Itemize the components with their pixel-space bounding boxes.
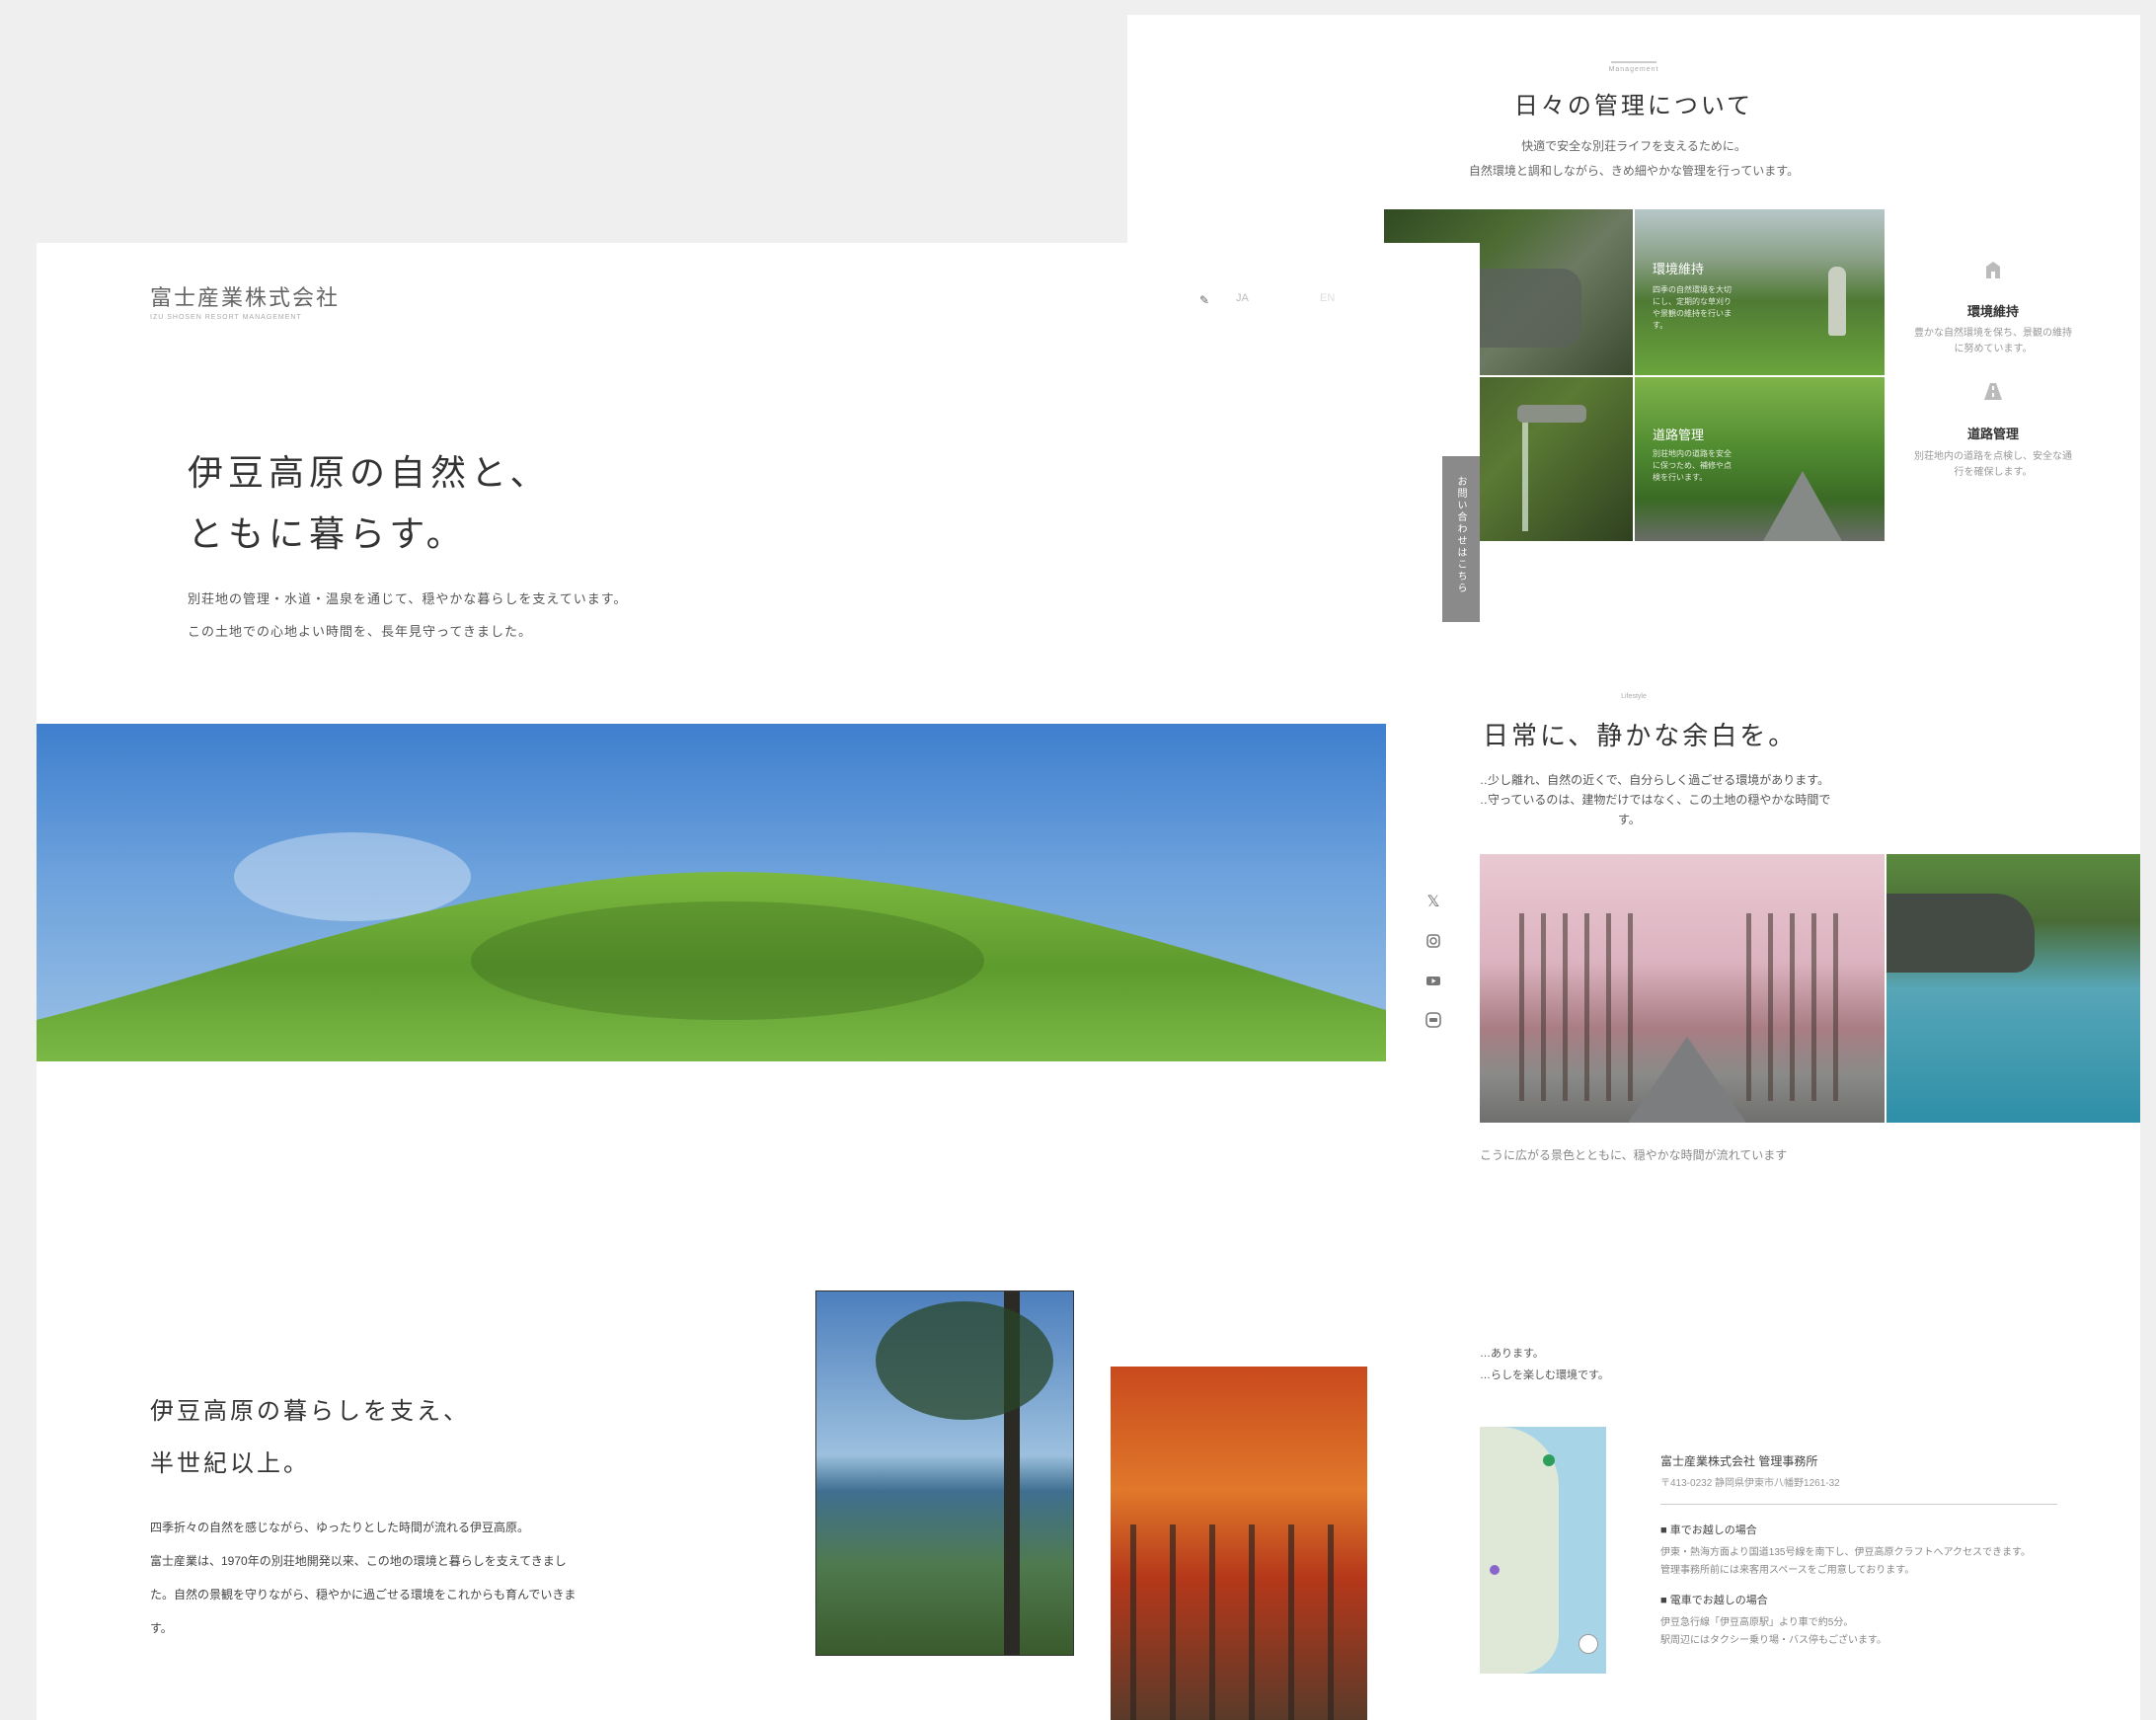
- management-desc-2: 自然環境と調和しながら、きめ細やかな管理を行っています。: [1468, 164, 1800, 178]
- access-partial-2: …らしを楽しむ環境です。: [1480, 1369, 1609, 1381]
- logo-text: 富士産業株式会社: [150, 285, 341, 310]
- map-marker-icon: [1490, 1565, 1500, 1575]
- service-title-road: 道路管理: [1966, 427, 2019, 441]
- tree-trunks-right: [1746, 913, 1855, 1101]
- management-desc-1: 快適で安全な別荘ライフを支えるために。: [1521, 139, 1746, 153]
- nav-lang-ja[interactable]: JA: [1236, 292, 1249, 304]
- faucet-shape: [1517, 405, 1586, 423]
- car-heading-text: 車でお越しの場合: [1669, 1525, 1757, 1536]
- service-desc-environment: 豊かな自然環境を保ち、景観の維持に努めています。: [1914, 328, 2072, 354]
- about-title-line2: 半世紀以上。: [150, 1449, 310, 1477]
- hero-hill-image: [37, 724, 1386, 1061]
- office-address: 〒413-0232 静岡県伊東市八幡野1261-32: [1660, 1478, 1840, 1489]
- access-map[interactable]: [1480, 1427, 1606, 1674]
- cherry-blossom-photo: [1480, 854, 1885, 1123]
- car-text-2: 管理事務所前には来客用スペースをご用意しております。: [1660, 1565, 1915, 1576]
- home-page: 富士産業株式会社 IZU SHOSEN RESORT MANAGEMENT ✎ …: [37, 243, 1480, 1720]
- train-bullet: ■: [1660, 1595, 1670, 1606]
- x-icon[interactable]: 𝕏: [1424, 893, 1442, 910]
- about-text-3: た。自然の景観を守りながら、穏やかに過ごせる環境をこれからも育んでいきま: [150, 1588, 577, 1602]
- language-icon[interactable]: ✎: [1199, 294, 1213, 306]
- access-partial-1: …あります。: [1480, 1348, 1544, 1360]
- car-bullet: ■: [1660, 1525, 1670, 1536]
- office-name: 富士産業株式会社 管理事務所: [1660, 1454, 1818, 1468]
- map-zoom-icon[interactable]: [1578, 1634, 1598, 1654]
- car-heading: ■ 車でお越しの場合: [1660, 1522, 2055, 1537]
- sea-photo: [1886, 854, 2140, 1123]
- hero-desc-1: 別荘地の管理・水道・温泉を通じて、穏やかな暮らしを支えています。: [188, 591, 628, 606]
- train-text-1: 伊豆急行線「伊豆高原駅」より車で約5分。: [1660, 1617, 1854, 1628]
- worker-figure: [1828, 267, 1846, 336]
- youtube-icon[interactable]: [1424, 973, 1442, 990]
- train-heading-text: 電車でお越しの場合: [1669, 1595, 1768, 1606]
- pine-sea-photo: [815, 1290, 1074, 1656]
- tile-label-road: 道路管理: [1653, 428, 1705, 442]
- train-text-2: 駅周辺にはタクシー乗り場・バス停もございます。: [1660, 1635, 1886, 1646]
- tile-text-environment: 四季の自然環境を大切にし、定期的な草刈りや景観の維持を行います。: [1653, 285, 1732, 330]
- section-eyebrow-line: [1611, 61, 1656, 63]
- water-stream: [1522, 423, 1528, 531]
- tile-label-environment: 環境維持: [1653, 262, 1705, 276]
- daily-desc-2: …守っているのは、建物だけではなく、この土地の穏やかな時間で: [1476, 793, 1831, 807]
- water-stones: [1463, 269, 1581, 348]
- daily-desc-3: す。: [1618, 813, 1641, 826]
- about-text-2: 富士産業は、1970年の別荘地開発以来、この地の環境と暮らしを支えてきまし: [150, 1554, 567, 1568]
- hero-desc-2: この土地での心地よい時間を、長年見守ってきました。: [188, 624, 532, 639]
- road-icon: [1982, 380, 2004, 402]
- pine-foliage: [876, 1301, 1053, 1420]
- hero-title-line2: ともに暮らす。: [188, 514, 467, 555]
- hero-title-line1: 伊豆高原の自然と、: [188, 453, 551, 494]
- daily-title: 日常に、静かな余白を。: [1483, 722, 1798, 751]
- tree-trunks-left: [1519, 913, 1638, 1101]
- autumn-leaves-photo: [1111, 1367, 1367, 1720]
- nav-lang-en[interactable]: EN: [1320, 292, 1335, 304]
- service-title-environment: 環境維持: [1966, 304, 2019, 319]
- line-icon[interactable]: [1424, 1012, 1442, 1030]
- instagram-icon[interactable]: [1424, 933, 1442, 951]
- scenery-caption: こうに広がる景色とともに、穏やかな時間が流れています: [1480, 1148, 1788, 1162]
- train-heading: ■ 電車でお越しの場合: [1660, 1592, 2055, 1607]
- site-logo[interactable]: 富士産業株式会社 IZU SHOSEN RESORT MANAGEMENT: [150, 280, 340, 321]
- road-center: [1628, 1037, 1746, 1123]
- road-photo: 道路管理 別荘地内の道路を安全に保つため、補修や点検を行います。: [1635, 377, 1885, 541]
- rock-cliff: [1886, 894, 2035, 973]
- about-text-1: 四季折々の自然を感じながら、ゆったりとした時間が流れる伊豆高原。: [150, 1521, 530, 1534]
- daily-desc-1: …少し離れ、自然の近くで、自分らしく過ごせる環境があります。: [1476, 773, 1830, 787]
- landscape-photo: 環境維持 四季の自然環境を大切にし、定期的な草刈りや景観の維持を行います。: [1635, 209, 1885, 375]
- car-text-1: 伊東・熱海方面より国道135号線を南下し、伊豆高原クラフトへアクセスできます。: [1660, 1547, 2031, 1558]
- section-eyebrow: Management: [1608, 66, 1659, 73]
- map-pin-icon: [1543, 1454, 1555, 1466]
- service-desc-road: 別荘地内の道路を点検し、安全な通行を確保します。: [1914, 451, 2072, 478]
- road-surface: [1763, 471, 1842, 541]
- management-title: 日々の管理について: [1513, 92, 1754, 119]
- about-text-4: す。: [150, 1621, 173, 1635]
- contact-side-tab-label: お問い合わせはこちら: [1455, 476, 1466, 594]
- daily-eyebrow: Lifestyle: [1621, 693, 1647, 700]
- autumn-trunks: [1130, 1525, 1348, 1720]
- logo-sub: IZU SHOSEN RESORT MANAGEMENT: [150, 314, 302, 321]
- about-title-line1: 伊豆高原の暮らしを支え、: [150, 1397, 470, 1425]
- contact-side-tab[interactable]: お問い合わせはこちら: [1442, 456, 1480, 622]
- grass-hill: [37, 872, 1386, 1061]
- building-icon: [1982, 259, 2004, 280]
- tile-text-road: 別荘地内の道路を安全に保つため、補修や点検を行います。: [1653, 449, 1732, 482]
- access-divider: [1660, 1504, 2057, 1505]
